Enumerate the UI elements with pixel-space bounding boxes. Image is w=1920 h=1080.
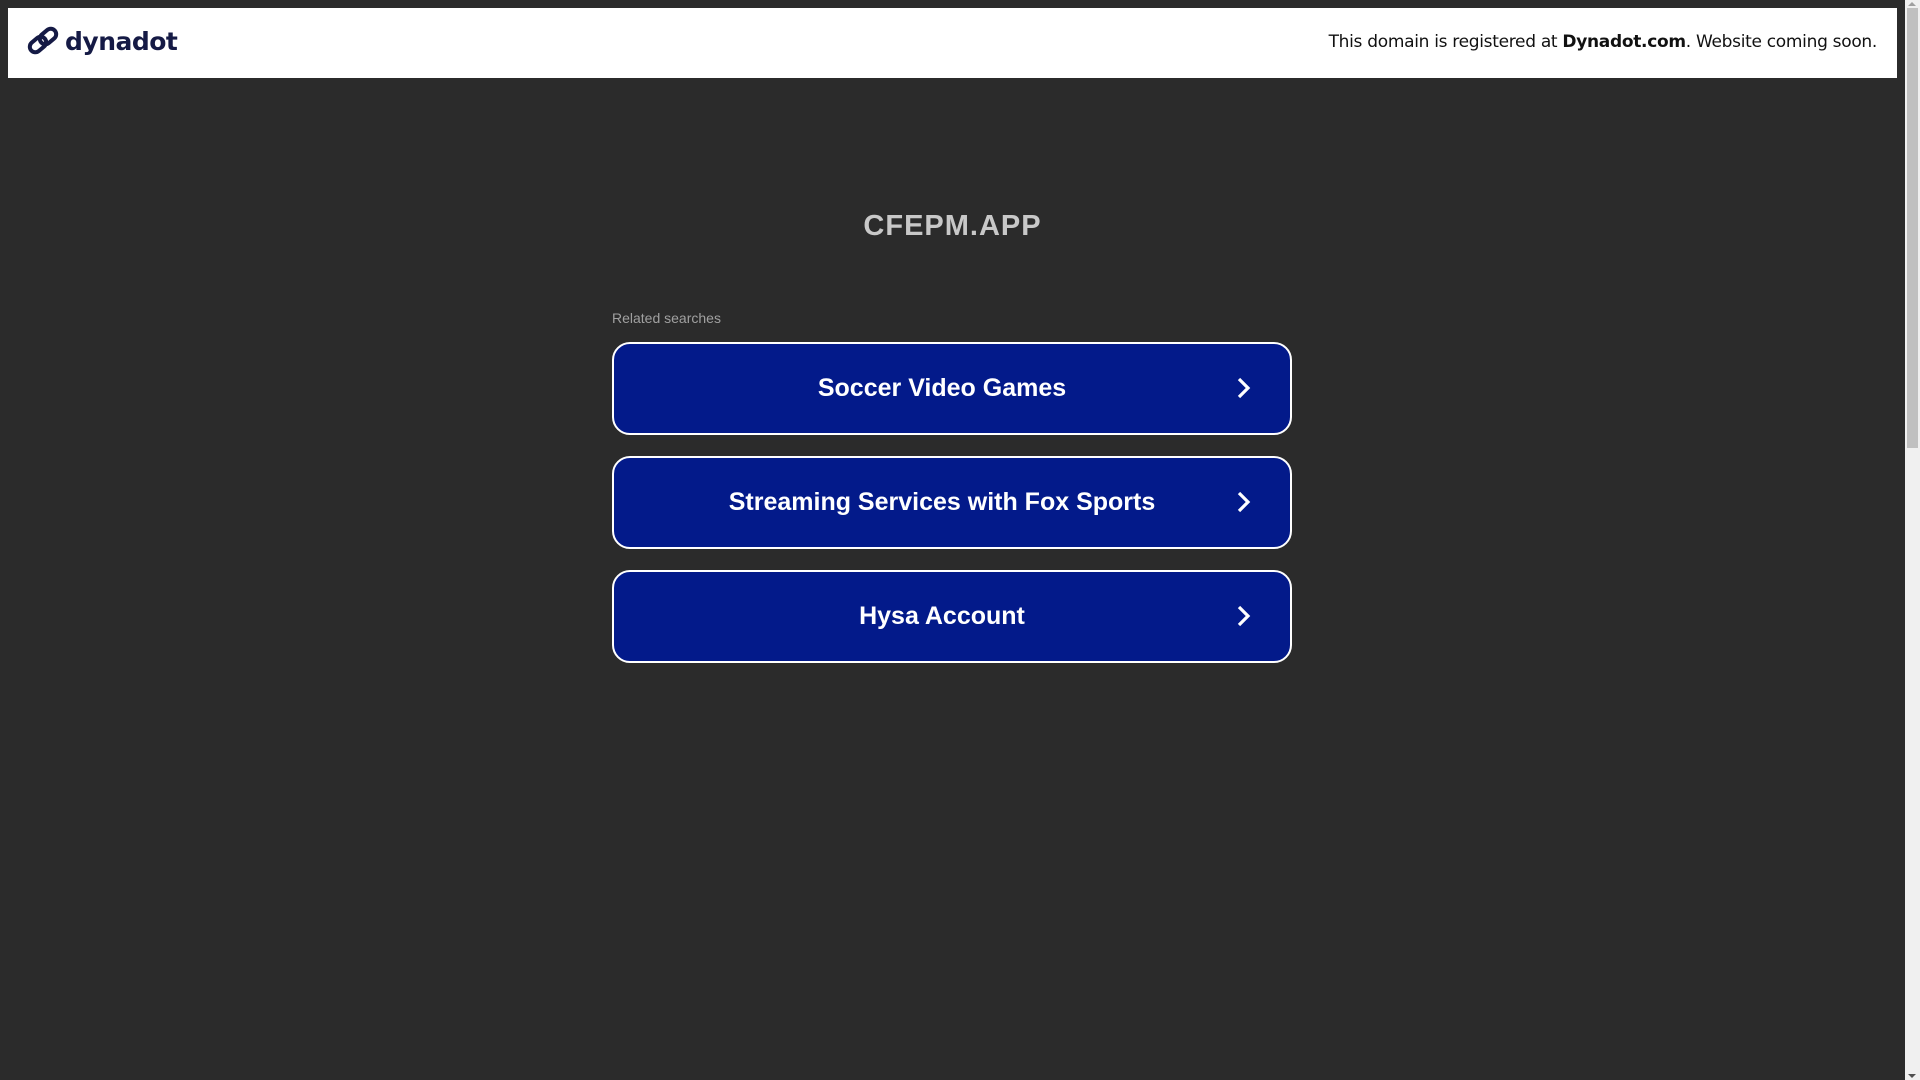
scrollbar-thumb[interactable]	[1907, 8, 1918, 448]
chevron-right-icon	[1237, 491, 1251, 513]
link-label: Soccer Video Games	[817, 374, 1067, 402]
link-label: Streaming Services with Fox Sports	[728, 488, 1156, 516]
chevron-right-icon	[1237, 605, 1251, 627]
related-search-link[interactable]: Hysa Account	[612, 570, 1292, 663]
dynadot-logo[interactable]: dynadot	[27, 25, 178, 57]
scroll-up-arrow-icon[interactable]	[1908, 2, 1916, 6]
notice-prefix: This domain is registered at	[1328, 32, 1563, 52]
notice-brand-link[interactable]: Dynadot.com	[1562, 32, 1686, 52]
vertical-scrollbar[interactable]	[1905, 0, 1920, 1080]
related-searches-label: Related searches	[612, 310, 721, 326]
domain-title: CFEPM.APP	[863, 210, 1042, 242]
logo-text: dynadot	[65, 26, 178, 56]
registration-notice: This domain is registered at Dynadot.com…	[1328, 32, 1878, 52]
scroll-down-arrow-icon[interactable]	[1908, 1074, 1916, 1078]
related-search-link[interactable]: Streaming Services with Fox Sports	[612, 456, 1292, 549]
chain-link-icon	[27, 26, 59, 55]
notice-suffix: . Website coming soon.	[1685, 32, 1878, 52]
link-label: Hysa Account	[859, 602, 1025, 630]
top-banner: dynadot This domain is registered at Dyn…	[8, 8, 1897, 78]
chevron-right-icon	[1237, 377, 1251, 399]
related-search-link[interactable]: Soccer Video Games	[612, 342, 1292, 435]
